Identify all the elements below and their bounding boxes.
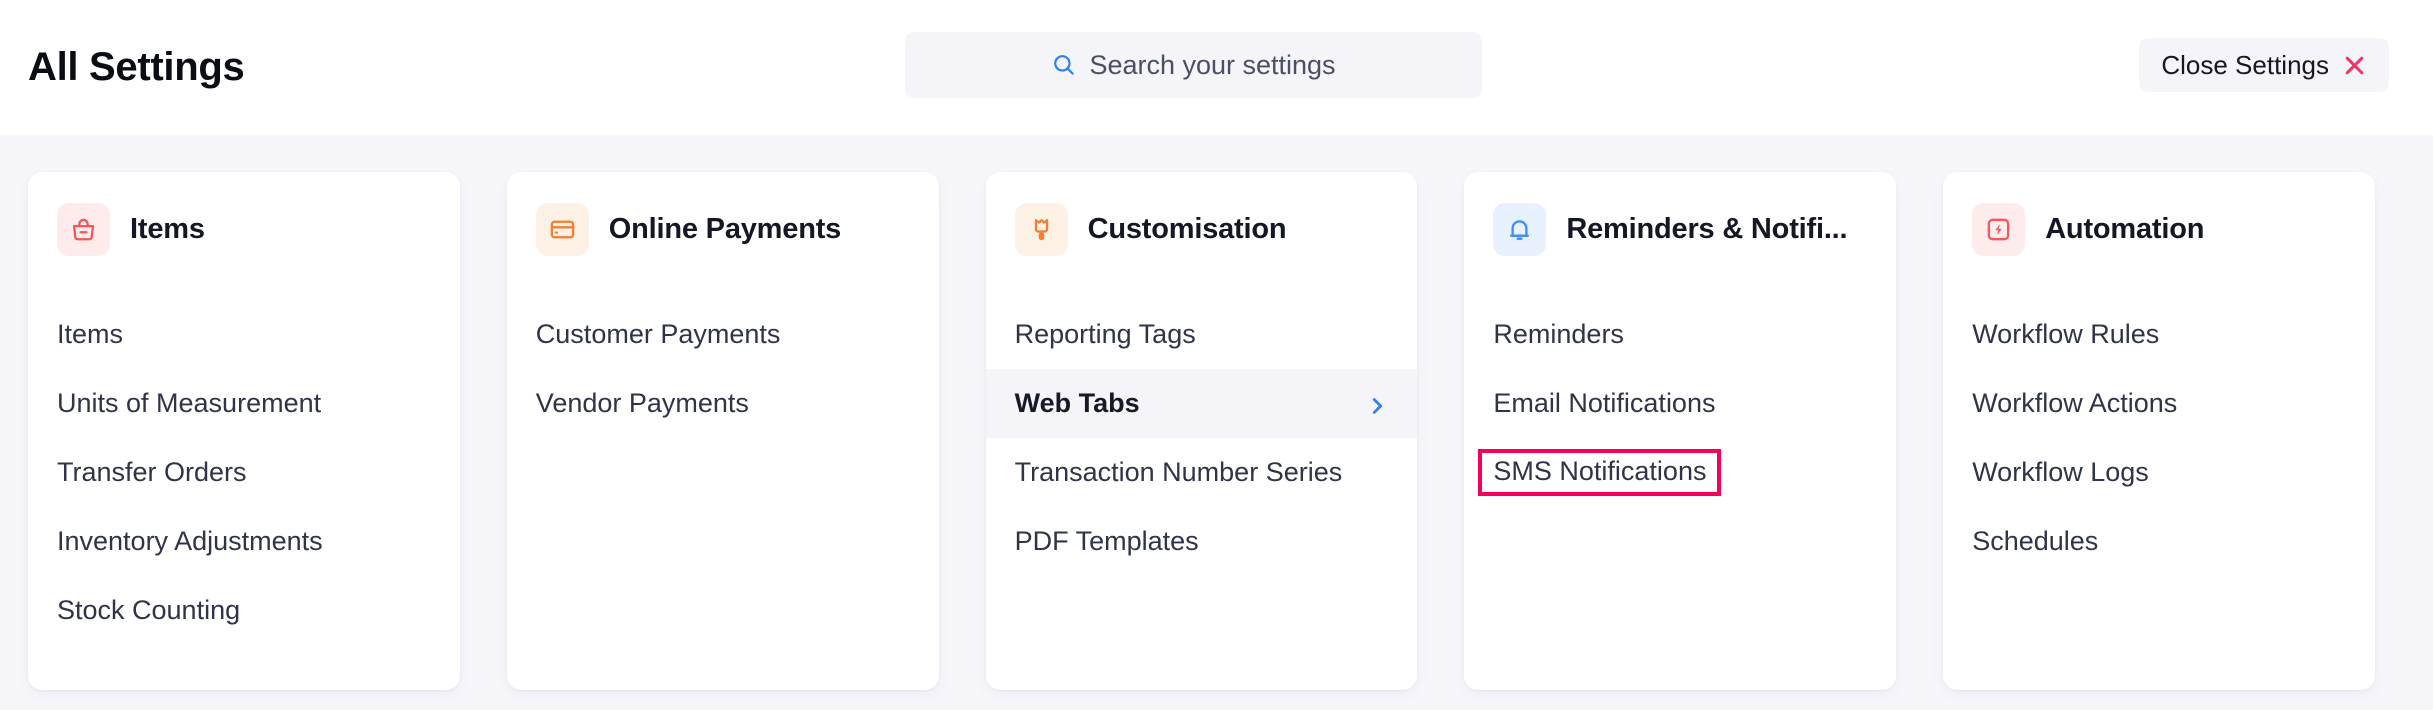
- search-input[interactable]: Search your settings: [905, 32, 1482, 98]
- settings-card-automation: Automation Workflow Rules Workflow Actio…: [1943, 172, 2375, 690]
- link-label: Email Notifications: [1493, 388, 1716, 418]
- link-label: Web Tabs: [1014, 388, 1140, 418]
- settings-link-web-tabs[interactable]: Web Tabs: [985, 369, 1418, 438]
- card-title: Reminders & Notifi...: [1566, 213, 1848, 245]
- settings-link-reminders[interactable]: Reminders: [1464, 300, 1896, 369]
- link-label: Schedules: [1972, 526, 2099, 556]
- search-icon: [1051, 52, 1077, 78]
- card-title: Items: [130, 213, 205, 245]
- link-label: Customer Payments: [535, 319, 781, 349]
- card-link-list: Reporting Tags Web Tabs Transaction Numb…: [985, 300, 1418, 576]
- link-label: Workflow Rules: [1972, 319, 2160, 349]
- link-label: Transaction Number Series: [1014, 457, 1343, 487]
- card-title: Online Payments: [608, 213, 842, 245]
- link-label: Stock Counting: [57, 595, 241, 625]
- settings-link-vendor-payments[interactable]: Vendor Payments: [507, 369, 939, 438]
- settings-link-transfer-orders[interactable]: Transfer Orders: [28, 438, 460, 507]
- link-label: Reminders: [1493, 319, 1624, 349]
- settings-card-online-payments: Online Payments Customer Payments Vendor…: [506, 172, 939, 690]
- link-label: Workflow Actions: [1972, 388, 2178, 418]
- settings-card-customisation: Customisation Reporting Tags Web Tabs Tr…: [985, 172, 1418, 690]
- link-label: Transfer Orders: [57, 457, 247, 487]
- settings-link-stock-counting[interactable]: Stock Counting: [28, 576, 460, 645]
- page-title: All Settings: [28, 45, 245, 89]
- card-header: Customisation: [986, 203, 1418, 256]
- card-link-list: Reminders Email Notifications SMS Notifi…: [1464, 300, 1896, 507]
- card-title: Automation: [2045, 213, 2205, 245]
- link-label: Workflow Logs: [1972, 457, 2149, 487]
- settings-header: All Settings Search your settings Close …: [0, 0, 2433, 135]
- settings-card-grid: Items Items Units of Measurement Transfe…: [0, 135, 2433, 690]
- link-label: SMS Notifications: [1478, 449, 1722, 496]
- lightning-bolt-icon: [1972, 203, 2026, 256]
- settings-link-email-notifications[interactable]: Email Notifications: [1464, 369, 1896, 438]
- search-placeholder: Search your settings: [1089, 49, 1336, 80]
- link-label: Reporting Tags: [1014, 319, 1196, 349]
- settings-link-units-of-measurement[interactable]: Units of Measurement: [28, 369, 460, 438]
- close-settings-button[interactable]: Close Settings: [2139, 38, 2389, 92]
- link-label: Inventory Adjustments: [57, 526, 323, 556]
- link-label: Items: [57, 319, 124, 349]
- link-label: Units of Measurement: [57, 388, 322, 418]
- settings-link-schedules[interactable]: Schedules: [1943, 507, 2375, 576]
- settings-link-items[interactable]: Items: [28, 300, 460, 369]
- settings-link-reporting-tags[interactable]: Reporting Tags: [986, 300, 1418, 369]
- settings-link-workflow-actions[interactable]: Workflow Actions: [1943, 369, 2375, 438]
- card-header: Items: [28, 203, 460, 256]
- settings-link-inventory-adjustments[interactable]: Inventory Adjustments: [28, 507, 460, 576]
- shopping-bag-icon: [57, 203, 110, 256]
- bell-icon: [1493, 203, 1547, 256]
- close-x-icon: [2342, 53, 2367, 78]
- settings-link-transaction-number-series[interactable]: Transaction Number Series: [986, 438, 1418, 507]
- card-link-list: Workflow Rules Workflow Actions Workflow…: [1943, 300, 2375, 576]
- paint-roller-icon: [1014, 203, 1068, 256]
- card-header: Automation: [1943, 203, 2375, 256]
- settings-link-sms-notifications[interactable]: SMS Notifications: [1464, 438, 1896, 507]
- settings-link-pdf-templates[interactable]: PDF Templates: [986, 507, 1418, 576]
- close-settings-label: Close Settings: [2161, 49, 2329, 80]
- card-title: Customisation: [1087, 213, 1287, 245]
- credit-card-icon: [535, 203, 589, 256]
- card-header: Reminders & Notifi...: [1464, 203, 1896, 256]
- chevron-right-icon: [1366, 393, 1388, 415]
- card-link-list: Items Units of Measurement Transfer Orde…: [28, 300, 460, 645]
- card-link-list: Customer Payments Vendor Payments: [507, 300, 939, 438]
- settings-link-workflow-rules[interactable]: Workflow Rules: [1943, 300, 2375, 369]
- card-header: Online Payments: [507, 203, 939, 256]
- settings-link-customer-payments[interactable]: Customer Payments: [507, 300, 939, 369]
- settings-card-items: Items Items Units of Measurement Transfe…: [28, 172, 460, 690]
- link-label: Vendor Payments: [535, 388, 749, 418]
- settings-card-reminders-notifications: Reminders & Notifi... Reminders Email No…: [1464, 172, 1897, 690]
- link-label: PDF Templates: [1014, 526, 1199, 556]
- settings-link-workflow-logs[interactable]: Workflow Logs: [1943, 438, 2375, 507]
